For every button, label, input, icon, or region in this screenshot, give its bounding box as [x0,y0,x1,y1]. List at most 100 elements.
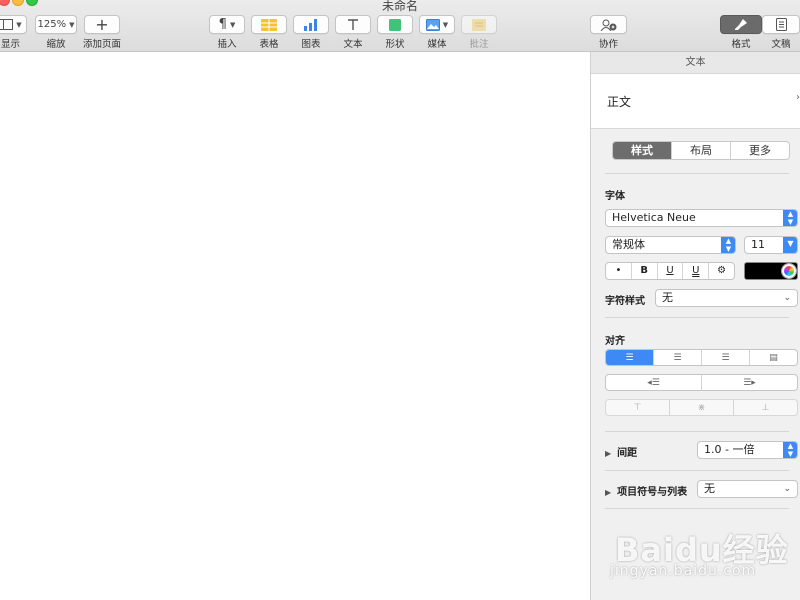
paragraph-style-value: 正文 [607,95,632,109]
color-wheel-icon[interactable] [782,264,796,278]
add-page-button[interactable]: + [84,15,120,34]
table-control[interactable]: 表格 [251,15,287,50]
document-icon [775,18,787,31]
text-segment-control[interactable]: 样式 布局 更多 [612,141,790,160]
chart-button[interactable] [293,15,329,34]
chevron-down-icon: ▼ [16,20,22,29]
insert-control[interactable]: ¶ ▼ 插入 [209,15,245,50]
add-page-control[interactable]: + 添加页面 [83,15,121,50]
chart-control[interactable]: 图表 [293,15,329,50]
align-top-icon: ⊤ [633,402,642,413]
divider [605,470,789,471]
font-family-popup[interactable]: Helvetica Neue ▲ ▼ [605,209,798,227]
char-style-value: 无 [662,291,673,304]
underline-button[interactable]: U [658,263,684,279]
align-right-button[interactable]: ☰ [702,350,750,365]
table-button[interactable] [251,15,287,34]
align-middle-button[interactable]: ⋇ [670,400,734,415]
inspector-tab-title[interactable]: 文本 [591,52,800,74]
view-label: 显示 [0,39,20,50]
comment-button[interactable] [461,15,497,34]
spacing-disclosure[interactable]: ▶ 间距 [605,444,637,459]
media-button[interactable]: ▼ [419,15,455,34]
zoom-control[interactable]: 125% ▼ 缩放 [35,15,77,50]
format-label: 格式 [731,39,751,50]
alignment-section-label: 对齐 [605,336,625,347]
tab-layout[interactable]: 布局 [672,142,731,159]
text-box-icon [348,18,358,30]
bold-button[interactable]: B [632,263,658,279]
updown-icon: ▲ ▼ [783,210,797,226]
paragraph-style-popup[interactable]: 正文 › [591,74,800,129]
align-center-button[interactable]: ☰ [654,350,702,365]
double-underline-button[interactable]: U [683,263,710,279]
collaborate-control[interactable]: 协作 [590,15,627,50]
bullets-disclosure[interactable]: ▶ 项目符号与列表 [605,483,687,498]
increase-indent-button[interactable]: ☰▸ [702,375,797,390]
paragraph-icon: ¶ [218,17,227,32]
font-style-popup[interactable]: 常规体 ▲ ▼ [605,236,736,254]
bullets-label: 项目符号与列表 [617,487,688,498]
image-icon [425,18,440,31]
document-canvas[interactable] [0,52,590,600]
align-bottom-button[interactable]: ⊥ [734,400,797,415]
tab-style[interactable]: 样式 [613,142,672,159]
divider [605,431,789,432]
document-control[interactable]: 文稿 [762,15,800,50]
insert-button[interactable]: ¶ ▼ [209,15,245,34]
table-icon [261,18,277,31]
toolbar: 未命名 ▼ 显示 125% ▼ 缩放 + 添加页面 ¶ ▼ 插入 表格 图表 文… [0,0,800,52]
font-size-field[interactable]: 11 ▼ [744,236,798,254]
paintbrush-icon [735,19,747,30]
shape-button[interactable] [377,15,413,34]
bullet-button[interactable]: • [606,263,632,279]
collaborate-label: 协作 [598,39,618,50]
shape-control[interactable]: 形状 [377,15,413,50]
updown-icon: ▲ ▼ [721,237,735,253]
format-inspector: 文本 正文 › 样式 布局 更多 字体 Helvetica Neue ▲ ▼ 常规… [590,52,800,600]
tab-more[interactable]: 更多 [731,142,789,159]
spacing-label: 间距 [617,448,638,459]
zoom-label: 缩放 [46,39,66,50]
collaborate-button[interactable] [590,15,627,34]
divider [605,508,789,509]
indent-icon: ☰▸ [743,377,756,388]
justify-button[interactable]: ▤ [750,350,797,365]
align-top-button[interactable]: ⊤ [606,400,670,415]
align-right-icon: ☰ [721,352,730,363]
document-button[interactable] [762,15,800,34]
align-left-button[interactable]: ☰ [606,350,654,365]
sidebar-icon [0,19,14,30]
chevron-down-icon: ▼ [783,237,797,253]
char-style-label: 字符样式 [605,296,645,307]
chart-label: 图表 [301,39,321,50]
chevron-down-icon: ⌄ [783,484,791,494]
bullets-value: 无 [704,482,715,495]
view-control[interactable]: ▼ 显示 [0,15,27,50]
chevron-right-icon: › [796,92,800,103]
char-style-popup[interactable]: 无 ⌄ [655,289,798,307]
decrease-indent-button[interactable]: ◂☰ [606,375,702,390]
text-format-buttons: • B U U ⚙ [605,262,735,280]
align-middle-icon: ⋇ [697,402,706,413]
text-control[interactable]: 文本 [335,15,371,50]
zoom-popup[interactable]: 125% ▼ [35,15,77,34]
font-section-label: 字体 [605,191,625,202]
text-button[interactable] [335,15,371,34]
chevron-down-icon: ▼ [229,20,236,29]
plus-icon: + [95,15,109,34]
gear-icon[interactable]: ⚙ [709,263,734,279]
outdent-icon: ◂☰ [647,377,660,388]
insert-label: 插入 [217,39,237,50]
window-title: 未命名 [381,0,418,13]
spacing-popup[interactable]: 1.0 - 一倍 ▲ ▼ [697,441,798,459]
format-button[interactable] [720,15,762,34]
view-button[interactable]: ▼ [0,15,27,34]
comment-control[interactable]: 批注 [461,15,497,50]
media-control[interactable]: ▼ 媒体 [419,15,455,50]
align-center-icon: ☰ [673,352,682,363]
format-control[interactable]: 格式 [720,15,762,50]
disclosure-triangle-icon: ▶ [605,449,612,458]
bullets-popup[interactable]: 无 ⌄ [697,480,798,498]
collaborate-icon [600,19,616,31]
